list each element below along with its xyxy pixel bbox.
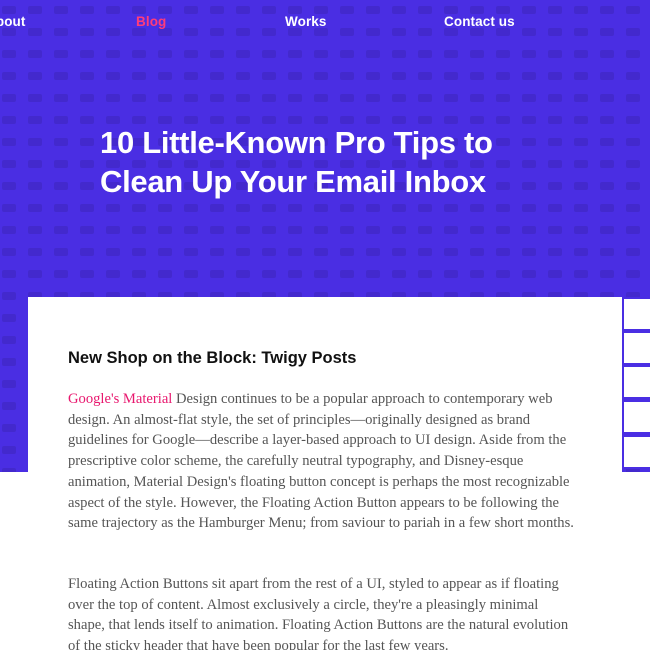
- article-paragraph-1-text: Design continues to be a popular approac…: [68, 391, 574, 532]
- article-heading: New Shop on the Block: Twigy Posts: [68, 349, 357, 367]
- nav-item-works[interactable]: Works: [285, 14, 327, 29]
- side-rail-cell[interactable]: [622, 297, 650, 331]
- nav-item-blog[interactable]: Blog: [136, 14, 166, 29]
- top-navigation: About Blog Works Contact us: [0, 0, 650, 46]
- side-rail-cell[interactable]: [622, 365, 650, 399]
- side-rail-cell[interactable]: [622, 435, 650, 469]
- side-rail-cell[interactable]: [622, 400, 650, 434]
- material-design-link[interactable]: Google's Material: [68, 391, 172, 407]
- page-title-line-2: Clean Up Your Email Inbox: [100, 164, 486, 199]
- page-title-line-1: 10 Little-Known Pro Tips to: [100, 125, 493, 160]
- side-rail: [622, 297, 650, 472]
- article-paragraph-1: Google's Material Design continues to be…: [68, 389, 578, 534]
- nav-item-contact-us[interactable]: Contact us: [444, 14, 515, 29]
- article-paragraph-2: Floating Action Buttons sit apart from t…: [68, 576, 569, 650]
- page-title: 10 Little-Known Pro Tips to Clean Up You…: [100, 123, 570, 201]
- side-rail-cell[interactable]: [622, 331, 650, 365]
- nav-item-about[interactable]: About: [0, 14, 25, 29]
